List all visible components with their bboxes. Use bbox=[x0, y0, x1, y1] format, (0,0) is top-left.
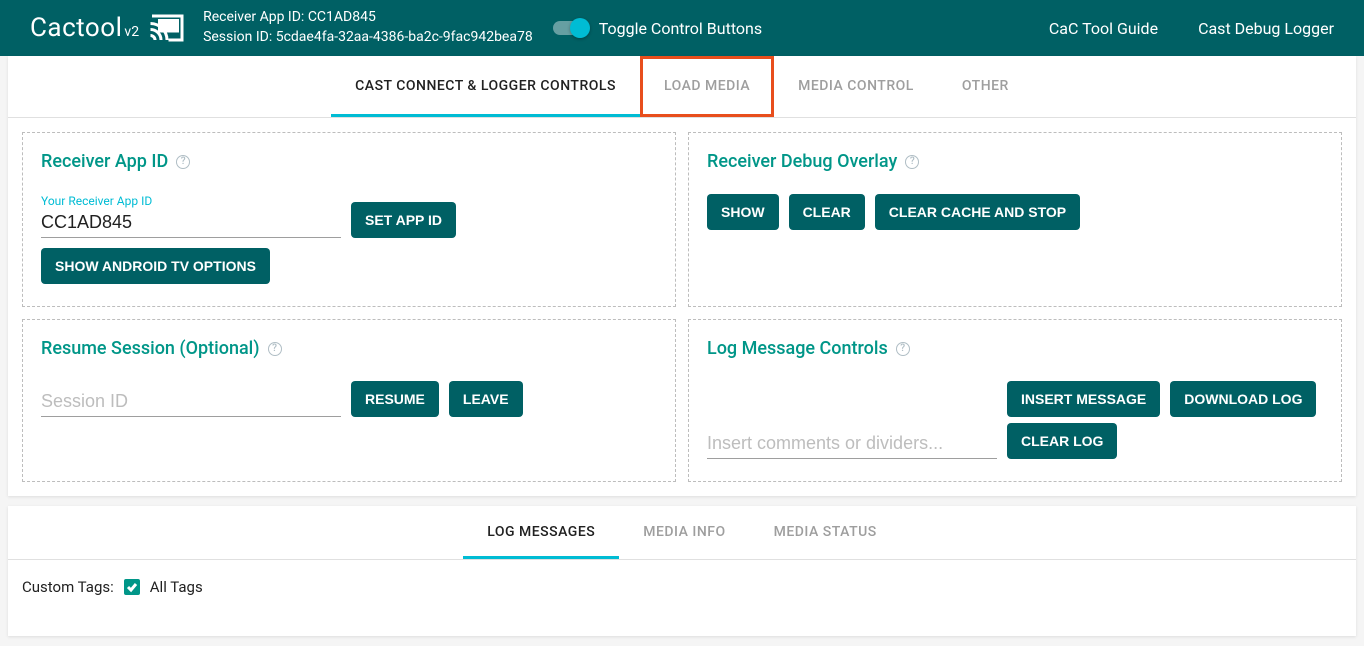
panel-title-text: Resume Session (Optional) bbox=[41, 338, 260, 359]
resume-button[interactable]: RESUME bbox=[351, 381, 439, 417]
panel-title-text: Log Message Controls bbox=[707, 338, 888, 359]
all-tags-label: All Tags bbox=[150, 578, 203, 596]
download-log-button[interactable]: DOWNLOAD LOG bbox=[1170, 381, 1316, 417]
show-android-tv-options-button[interactable]: SHOW ANDROID TV OPTIONS bbox=[41, 248, 270, 284]
session-id-label: Session ID: bbox=[203, 29, 272, 45]
panel-receiver-app-id: Receiver App ID ? Your Receiver App ID S… bbox=[22, 132, 676, 307]
link-cac-tool-guide[interactable]: CaC Tool Guide bbox=[1049, 19, 1158, 38]
panel-log-controls: Log Message Controls ? INSERT MESSAGE DO… bbox=[688, 319, 1342, 482]
panel-title-debug-overlay: Receiver Debug Overlay ? bbox=[707, 151, 1323, 172]
help-icon[interactable]: ? bbox=[176, 155, 190, 169]
toggle-control-buttons[interactable]: Toggle Control Buttons bbox=[553, 19, 762, 38]
help-icon[interactable]: ? bbox=[905, 155, 919, 169]
receiver-id-label: Receiver App ID: bbox=[203, 9, 304, 25]
panel-body: Your Receiver App ID SET APP ID SHOW AND… bbox=[41, 194, 657, 284]
debug-overlay-buttons: SHOW CLEAR CLEAR CACHE AND STOP bbox=[707, 194, 1323, 230]
log-comment-input-group bbox=[707, 431, 997, 459]
app-header: Cactoolv2 Receiver App ID: CC1AD845 Sess… bbox=[0, 0, 1364, 56]
toggle-label: Toggle Control Buttons bbox=[599, 19, 762, 38]
panel-title-text: Receiver App ID bbox=[41, 151, 168, 172]
tab-media-info[interactable]: MEDIA INFO bbox=[619, 506, 749, 559]
panel-title-log-controls: Log Message Controls ? bbox=[707, 338, 1323, 359]
panels-grid: Receiver App ID ? Your Receiver App ID S… bbox=[8, 118, 1356, 496]
leave-button[interactable]: LEAVE bbox=[449, 381, 523, 417]
lower-tabs: LOG MESSAGES MEDIA INFO MEDIA STATUS bbox=[8, 506, 1356, 560]
set-app-id-button[interactable]: SET APP ID bbox=[351, 202, 456, 238]
tab-cast-connect[interactable]: CAST CONNECT & LOGGER CONTROLS bbox=[331, 56, 640, 117]
custom-tags-label: Custom Tags: bbox=[22, 578, 114, 596]
tab-media-control[interactable]: MEDIA CONTROL bbox=[774, 56, 938, 117]
insert-message-button[interactable]: INSERT MESSAGE bbox=[1007, 381, 1160, 417]
tab-log-messages[interactable]: LOG MESSAGES bbox=[463, 506, 619, 559]
clear-button[interactable]: CLEAR bbox=[789, 194, 865, 230]
panel-body: INSERT MESSAGE DOWNLOAD LOG CLEAR LOG bbox=[707, 381, 1323, 459]
panel-debug-overlay: Receiver Debug Overlay ? SHOW CLEAR CLEA… bbox=[688, 132, 1342, 307]
session-id-value: 5cdae4fa-32aa-4386-ba2c-9fac942bea78 bbox=[276, 29, 533, 45]
help-icon[interactable]: ? bbox=[268, 342, 282, 356]
session-id-input[interactable] bbox=[41, 389, 341, 417]
input-label: Your Receiver App ID bbox=[41, 194, 341, 208]
session-id-input-group bbox=[41, 389, 341, 417]
receiver-id-value: CC1AD845 bbox=[308, 9, 376, 25]
help-icon[interactable]: ? bbox=[896, 342, 910, 356]
clear-log-button[interactable]: CLEAR LOG bbox=[1007, 423, 1117, 459]
link-cast-debug-logger[interactable]: Cast Debug Logger bbox=[1198, 19, 1334, 38]
receiver-app-id-input-group: Your Receiver App ID bbox=[41, 194, 341, 238]
app-version-text: v2 bbox=[124, 24, 139, 40]
clear-cache-stop-button[interactable]: CLEAR CACHE AND STOP bbox=[875, 194, 1080, 230]
header-links: CaC Tool Guide Cast Debug Logger bbox=[1049, 19, 1334, 38]
app-title: Cactoolv2 bbox=[30, 13, 139, 43]
main-panel: CAST CONNECT & LOGGER CONTROLS LOAD MEDI… bbox=[8, 56, 1356, 496]
toggle-switch[interactable] bbox=[553, 21, 587, 35]
panel-title-text: Receiver Debug Overlay bbox=[707, 151, 897, 172]
log-comment-input[interactable] bbox=[707, 431, 997, 459]
all-tags-checkbox[interactable] bbox=[124, 579, 140, 595]
tab-media-status[interactable]: MEDIA STATUS bbox=[750, 506, 901, 559]
lower-panel: LOG MESSAGES MEDIA INFO MEDIA STATUS Cus… bbox=[8, 506, 1356, 636]
log-buttons: INSERT MESSAGE DOWNLOAD LOG CLEAR LOG bbox=[1007, 381, 1316, 459]
panel-body: RESUME LEAVE bbox=[41, 381, 657, 417]
main-tabs: CAST CONNECT & LOGGER CONTROLS LOAD MEDI… bbox=[8, 56, 1356, 118]
check-icon bbox=[126, 581, 138, 593]
panel-title-receiver-app-id: Receiver App ID ? bbox=[41, 151, 657, 172]
show-button[interactable]: SHOW bbox=[707, 194, 779, 230]
tab-other[interactable]: OTHER bbox=[938, 56, 1033, 117]
custom-tags-row: Custom Tags: All Tags bbox=[8, 560, 1356, 636]
panel-title-resume-session: Resume Session (Optional) ? bbox=[41, 338, 657, 359]
session-info: Receiver App ID: CC1AD845 Session ID: 5c… bbox=[203, 8, 533, 47]
panel-resume-session: Resume Session (Optional) ? RESUME LEAVE bbox=[22, 319, 676, 482]
receiver-app-id-input[interactable] bbox=[41, 210, 341, 238]
app-name-text: Cactool bbox=[30, 13, 122, 43]
cast-icon bbox=[149, 13, 185, 43]
logo-group: Cactoolv2 bbox=[30, 13, 185, 43]
tab-load-media[interactable]: LOAD MEDIA bbox=[640, 56, 774, 117]
